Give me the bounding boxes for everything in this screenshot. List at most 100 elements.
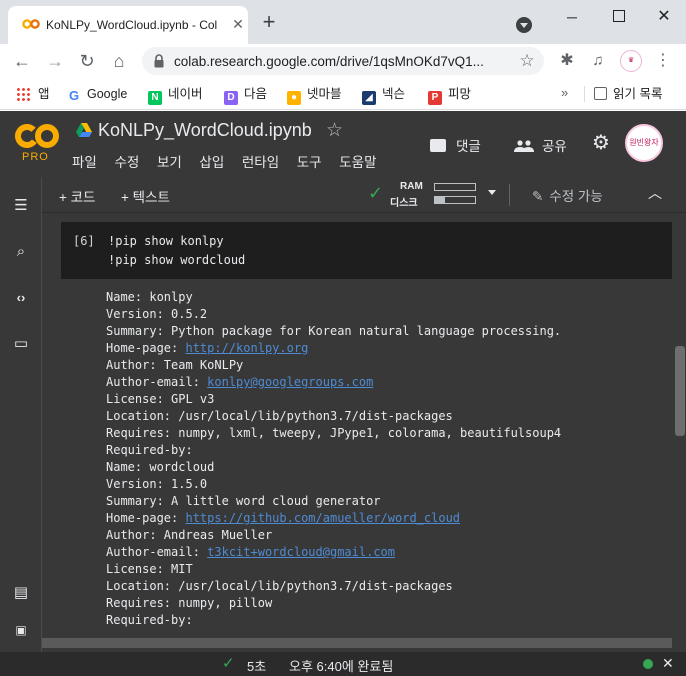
extensions-puzzle-icon[interactable]: ✱	[557, 51, 577, 71]
menu-view[interactable]: 보기	[157, 151, 182, 171]
google-drive-icon[interactable]	[76, 123, 92, 137]
output-link[interactable]: https://github.com/amueller/word_cloud	[185, 511, 460, 525]
add-code-cell-button[interactable]: + 코드	[59, 186, 95, 206]
menu-runtime[interactable]: 런타임	[242, 151, 279, 171]
people-icon	[514, 140, 534, 152]
colab-header: PRO KoNLPy_WordCloud.ipynb ☆ 파일 수정 보기 삽입…	[0, 111, 686, 177]
horizontal-scrollbar[interactable]	[42, 638, 672, 648]
notebook-title[interactable]: KoNLPy_WordCloud.ipynb	[98, 120, 312, 141]
output-line: License: GPL v3	[106, 392, 215, 406]
browser-menu-icon[interactable]: ⋮	[654, 50, 672, 72]
profile-avatar[interactable]: ♛	[620, 50, 642, 72]
add-text-cell-button[interactable]: + 텍스트	[121, 186, 170, 206]
status-check-icon: ✓	[222, 655, 235, 672]
netmarble-icon: ●	[287, 91, 301, 105]
disk-usage-fill	[435, 197, 445, 203]
code-snippets-icon[interactable]: ‹›	[11, 288, 31, 308]
media-control-icon[interactable]: ♫	[588, 51, 608, 71]
code-line[interactable]: !pip show wordcloud	[108, 253, 245, 267]
terminal-icon[interactable]: ▣	[11, 620, 31, 640]
reading-list-button[interactable]: 읽기 목록	[594, 85, 662, 103]
table-of-contents-icon[interactable]: ☰	[11, 196, 31, 216]
tab-close-icon[interactable]: ✕	[230, 16, 246, 32]
account-avatar[interactable]: 원빈왕자	[625, 124, 663, 162]
pmang-icon: P	[428, 91, 442, 105]
bookmark-pmang[interactable]: P 피망	[428, 85, 471, 105]
pro-label: PRO	[22, 151, 49, 163]
bookmark-daum[interactable]: D 다음	[224, 85, 267, 105]
bookmark-naver[interactable]: N 네이버	[148, 85, 203, 105]
bookmark-star-icon[interactable]: ☆	[516, 50, 538, 72]
ram-usage-bar[interactable]	[434, 183, 476, 191]
comment-button[interactable]: 댓글	[430, 135, 481, 155]
vertical-scrollbar[interactable]	[675, 346, 685, 436]
menu-insert[interactable]: 삽입	[199, 151, 224, 171]
command-palette-icon[interactable]: ▤	[11, 583, 31, 603]
bookmarks-overflow-icon[interactable]: »	[561, 85, 568, 100]
apps-grid-icon[interactable]	[16, 87, 30, 101]
home-icon[interactable]: ⌂	[107, 49, 131, 73]
menu-tools[interactable]: 도구	[297, 151, 322, 171]
menu-file[interactable]: 파일	[72, 151, 97, 171]
close-window-button[interactable]: ✕	[649, 6, 679, 28]
google-icon: G	[67, 88, 81, 103]
maximize-button[interactable]	[604, 6, 634, 28]
disk-label: 디스크	[390, 198, 418, 209]
colab-logo-icon[interactable]	[14, 121, 60, 151]
comment-icon	[430, 139, 446, 152]
forward-arrow-icon[interactable]: →	[43, 49, 67, 73]
code-cell[interactable]: [6] !pip show konlpy !pip show wordcloud	[61, 222, 672, 279]
lock-icon	[154, 54, 164, 68]
browser-tab[interactable]: KoNLPy_WordCloud.ipynb - Col ✕	[8, 6, 248, 44]
bookmark-netmarble[interactable]: ● 넷마블	[287, 85, 342, 105]
output-link[interactable]: t3kcit+wordcloud@gmail.com	[207, 545, 395, 559]
disk-usage-bar[interactable]	[434, 196, 476, 204]
close-status-icon[interactable]: ✕	[662, 655, 674, 672]
output-link[interactable]: http://konlpy.org	[185, 341, 308, 355]
cell-output: Name: konlpy Version: 0.5.2 Summary: Pytho…	[106, 289, 661, 629]
colab-favicon-icon	[22, 19, 40, 29]
left-sidebar: ☰ ⌕ ‹› ▭ ▤ ▣	[0, 177, 42, 652]
ram-label: RAM	[400, 181, 423, 192]
minimize-button[interactable]: ─	[557, 6, 587, 28]
output-link[interactable]: konlpy@googlegroups.com	[207, 375, 373, 389]
bookmark-google[interactable]: G Google	[67, 85, 127, 103]
execution-count[interactable]: [6]	[73, 234, 95, 248]
files-folder-icon[interactable]: ▭	[11, 334, 31, 354]
output-line: Home-page: https://github.com/amueller/w…	[106, 510, 661, 527]
colab-body: ☰ ⌕ ‹› ▭ ▤ ▣ + 코드 + 텍스트 ✓ RAM 디스크 ✎ 수정 가능…	[0, 177, 686, 652]
edit-mode-button[interactable]: ✎ 수정 가능	[532, 185, 603, 205]
output-line: License: MIT	[106, 562, 193, 576]
collapse-header-icon[interactable]: ︿	[647, 185, 663, 201]
browser-titlebar: KoNLPy_WordCloud.ipynb - Col ✕ + ─ ✕	[0, 0, 686, 44]
output-line: Author: Andreas Mueller	[106, 528, 273, 542]
menu-help[interactable]: 도움말	[339, 151, 376, 171]
output-line: Version: 1.5.0	[106, 477, 208, 491]
execution-duration: 5초	[247, 659, 267, 674]
code-line[interactable]: !pip show konlpy	[108, 234, 224, 248]
bookmark-apps[interactable]: 앱	[38, 85, 50, 103]
star-notebook-icon[interactable]: ☆	[326, 119, 343, 142]
bookmarks-divider	[584, 86, 585, 102]
back-arrow-icon[interactable]: ←	[10, 49, 34, 73]
output-label: Author-email:	[106, 545, 208, 559]
reading-list-icon	[594, 87, 607, 100]
new-tab-button[interactable]: +	[258, 11, 280, 34]
url-text[interactable]: colab.research.google.com/drive/1qsMnOKd…	[174, 54, 504, 70]
notebook-area[interactable]: [6] !pip show konlpy !pip show wordcloud…	[42, 213, 686, 652]
search-icon[interactable]: ⌕	[11, 242, 31, 262]
output-label: Home-page:	[106, 511, 186, 525]
output-line: Required-by:	[106, 443, 193, 457]
output-line: Author: Team KoNLPy	[106, 358, 244, 372]
share-button[interactable]: 공유	[514, 135, 567, 155]
daum-icon: D	[224, 91, 238, 105]
address-bar[interactable]: colab.research.google.com/drive/1qsMnOKd…	[142, 47, 544, 75]
menu-edit[interactable]: 수정	[114, 151, 139, 171]
runtime-dropdown-icon[interactable]	[488, 190, 496, 195]
settings-gear-icon[interactable]: ⚙	[590, 132, 612, 154]
reload-icon[interactable]: ↻	[75, 49, 99, 73]
status-bar: ✓ 5초 오후 6:40에 완료됨 ✕	[0, 652, 686, 676]
output-line: Author-email: konlpy@googlegroups.com	[106, 374, 661, 391]
tab-search-icon[interactable]	[516, 17, 532, 33]
bookmark-nexon[interactable]: ◢ 넥슨	[362, 85, 405, 105]
